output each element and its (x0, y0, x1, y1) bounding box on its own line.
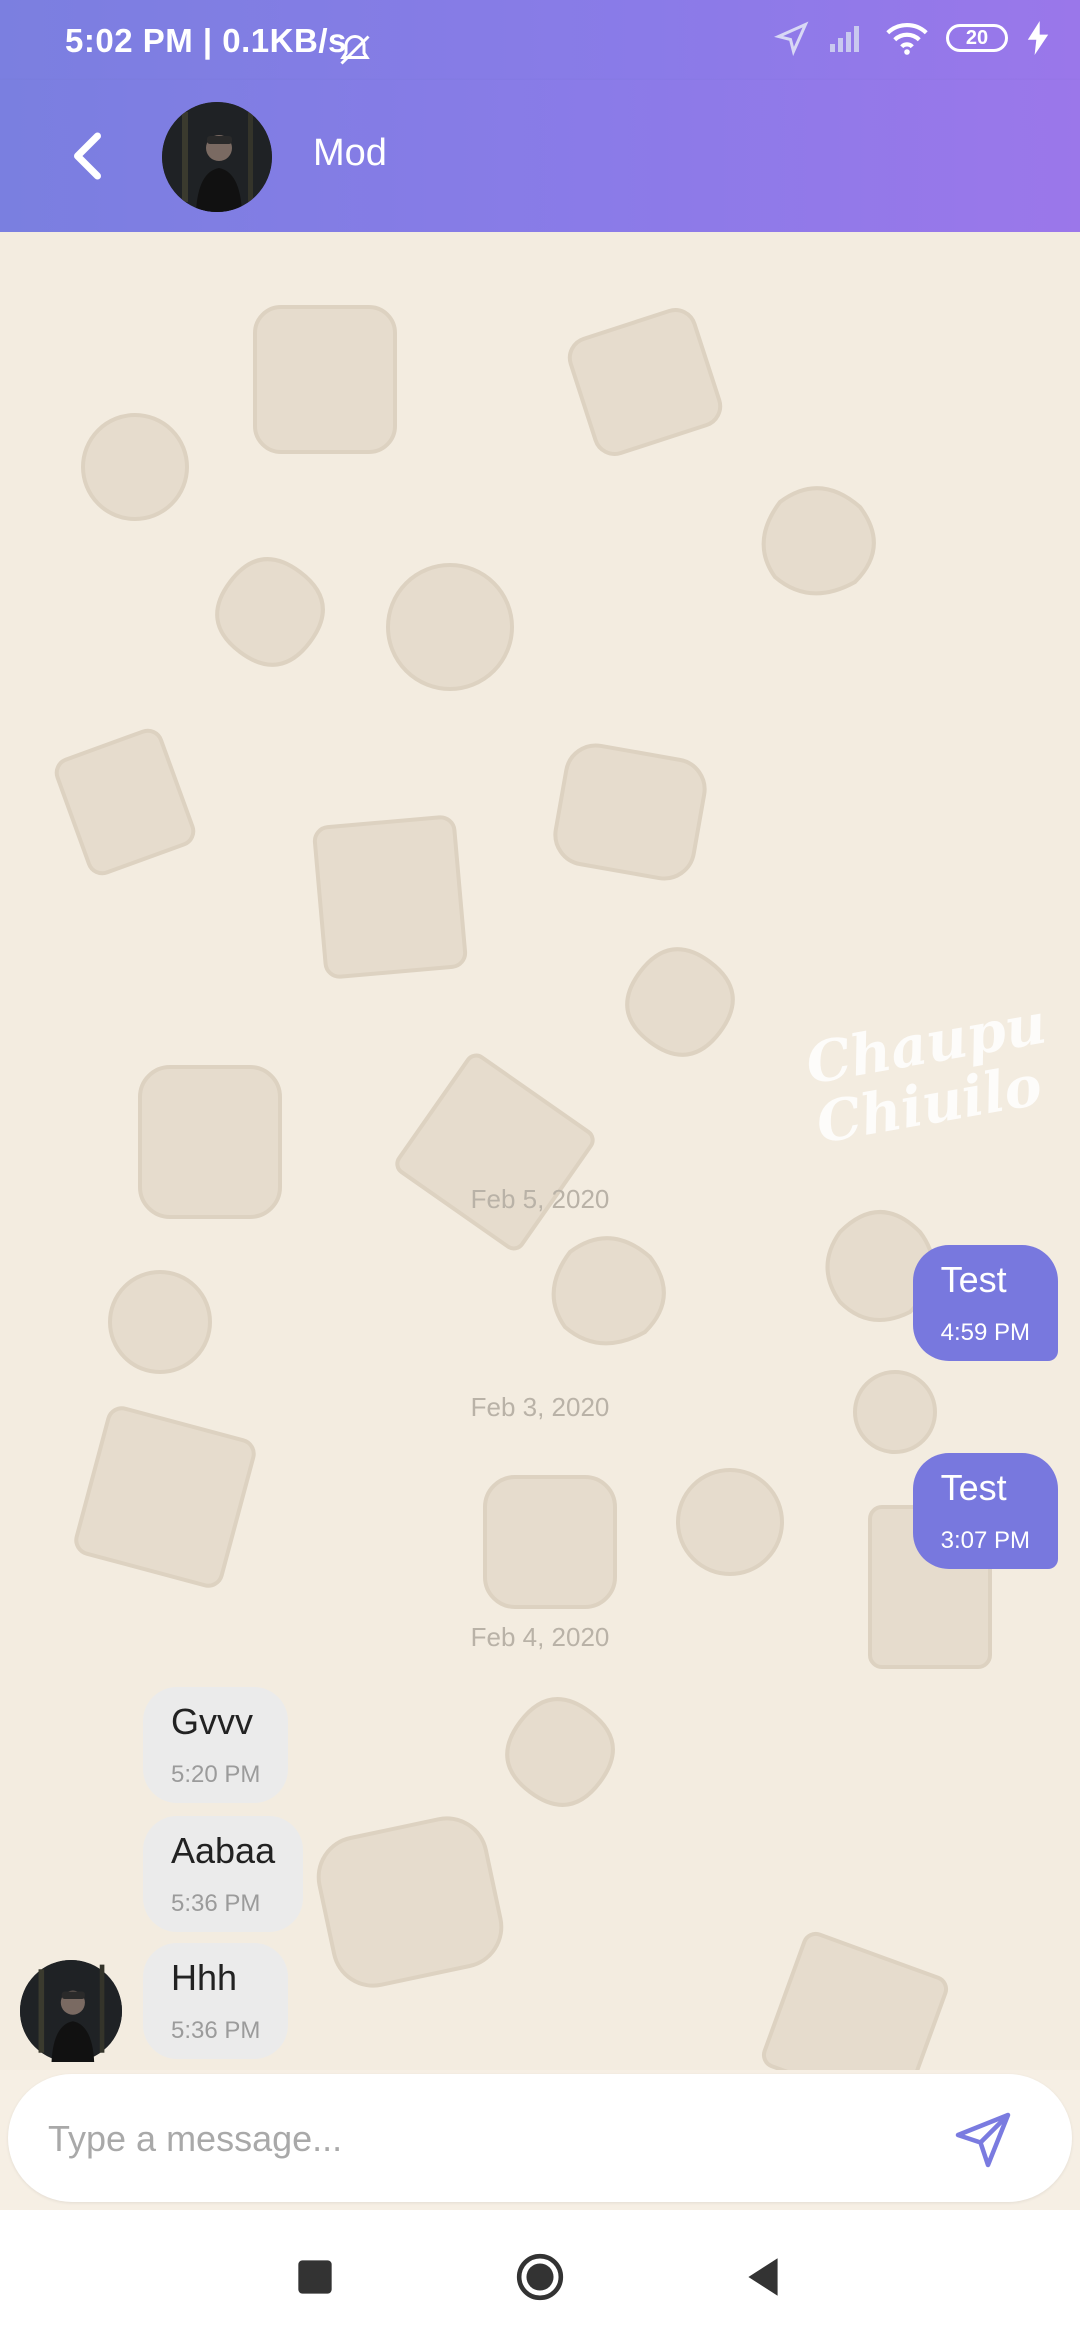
message-text: Hhh (171, 1957, 238, 1998)
message-time: 3:07 PM (940, 1527, 1030, 1554)
message-text: Test (940, 1467, 1007, 1508)
signal-icon (830, 26, 859, 52)
battery-level: 20 (965, 26, 989, 49)
avatar-photo (20, 1960, 122, 2062)
back-triangle-icon[interactable] (738, 2252, 788, 2302)
message-composer (8, 2074, 1072, 2202)
incoming-message[interactable]: Gvvv 5:20 PM (143, 1687, 289, 1803)
send-icon[interactable] (953, 2110, 1013, 2170)
message-list[interactable]: Chaupu Chiuilo Feb 5, 2020 Test 4:59 PM … (0, 232, 1080, 2070)
outgoing-message[interactable]: Test 3:07 PM (912, 1453, 1058, 1569)
recents-square-icon[interactable] (290, 2252, 340, 2302)
charging-icon (1027, 21, 1049, 55)
message-text: Aabaa (171, 1830, 276, 1871)
chat-header: Mod (0, 80, 1080, 232)
wifi-icon (886, 22, 928, 55)
message-input[interactable] (46, 2104, 870, 2174)
avatar[interactable] (20, 1960, 122, 2062)
date-separator: Feb 4, 2020 (470, 1622, 610, 1652)
avatar-photo (162, 102, 272, 212)
status-time: 5:02 PM | 0.1KB/s (65, 22, 347, 59)
incoming-message[interactable]: Hhh 5:36 PM (143, 1943, 289, 2059)
message-time: 5:20 PM (171, 1761, 261, 1788)
status-icons: 20 (774, 20, 1050, 56)
page-title: Mod (313, 132, 387, 174)
message-time: 4:59 PM (940, 1319, 1030, 1346)
message-time: 5:36 PM (171, 2017, 261, 2044)
date-separator: Feb 3, 2020 (470, 1392, 610, 1422)
system-navigation-bar (0, 2210, 1080, 2340)
outgoing-message[interactable]: Test 4:59 PM (912, 1245, 1058, 1361)
status-bar: 5:02 PM | 0.1KB/s 20 (0, 0, 1080, 80)
avatar[interactable] (162, 102, 272, 212)
message-text: Test (940, 1259, 1007, 1300)
message-time: 5:36 PM (171, 1890, 261, 1917)
date-separator: Feb 5, 2020 (470, 1184, 610, 1214)
incoming-message[interactable]: Aabaa 5:36 PM (143, 1816, 304, 1932)
location-arrow-icon (774, 21, 809, 56)
back-chevron-icon[interactable] (60, 126, 120, 186)
home-circle-icon[interactable] (515, 2252, 565, 2302)
mute-bell-icon (340, 34, 370, 65)
battery-icon: 20 (946, 24, 1008, 52)
message-text: Gvvv (171, 1701, 254, 1742)
